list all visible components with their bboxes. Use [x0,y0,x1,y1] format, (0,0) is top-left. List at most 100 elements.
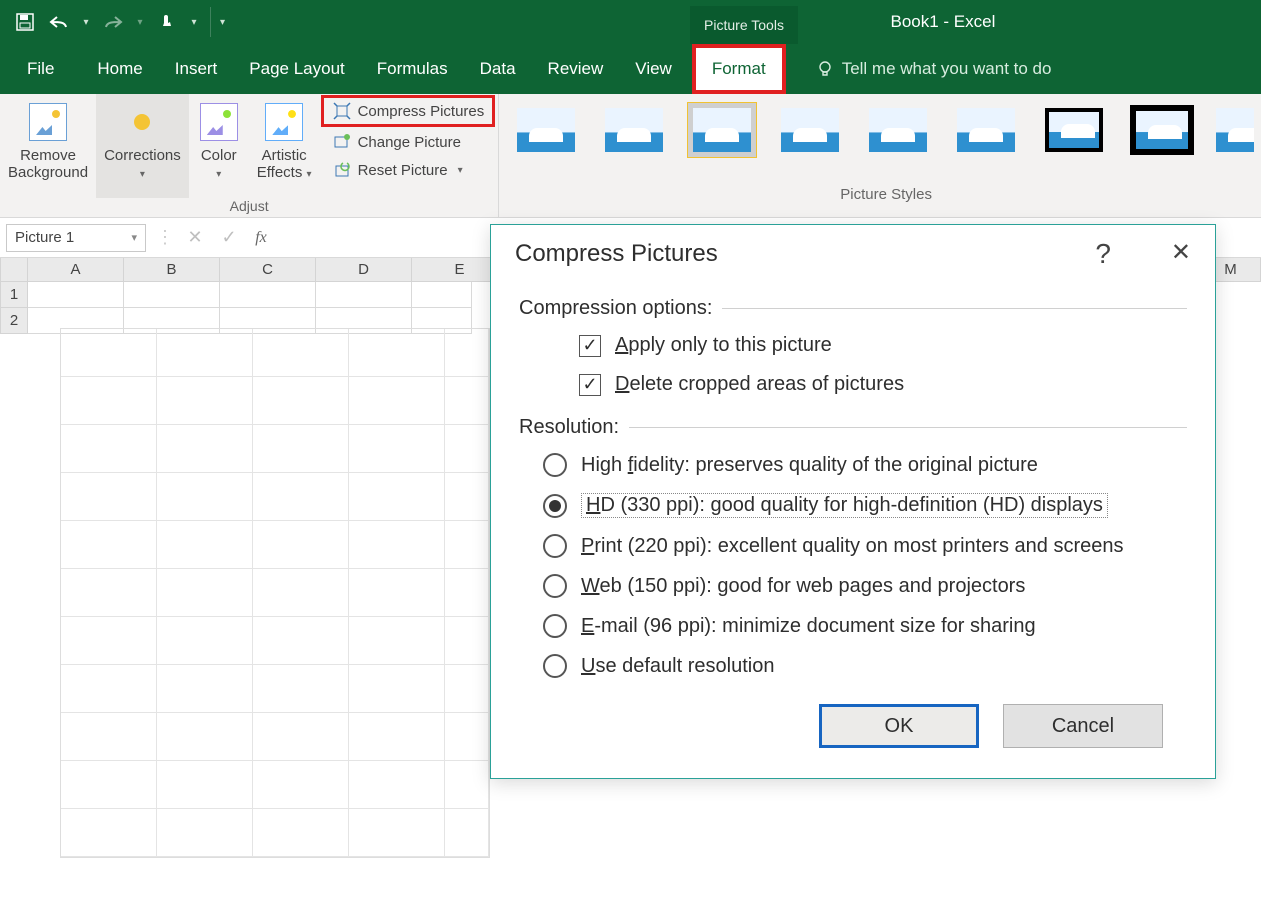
save-icon[interactable] [10,7,40,37]
radio-icon[interactable] [543,453,567,477]
tab-formulas[interactable]: Formulas [361,44,464,94]
tab-format[interactable]: Format [692,44,786,94]
redo-dropdown-icon[interactable]: ▾ [132,7,148,37]
adjust-group-label: Adjust [0,198,498,216]
compress-pictures-button[interactable]: Compress Pictures [324,98,493,124]
cancel-button[interactable]: Cancel [1003,704,1163,748]
remove-background-label: Remove Background [8,148,88,181]
picture-style-5[interactable] [863,102,933,158]
reset-picture-button[interactable]: Reset Picture ▾ [324,157,493,183]
picture-style-9[interactable] [1215,102,1255,158]
tab-insert[interactable]: Insert [159,44,234,94]
reset-picture-label: Reset Picture [358,162,448,179]
radio-icon[interactable] [543,614,567,638]
column-header-C[interactable]: C [220,258,316,282]
chevron-down-icon: ▾ [458,165,463,176]
tab-page-layout[interactable]: Page Layout [233,44,360,94]
checkbox-icon[interactable]: ✓ [579,374,601,396]
tell-me-search[interactable]: Tell me what you want to do [816,59,1052,79]
web-label: Web (150 ppi): good for web pages and pr… [581,575,1025,598]
cell[interactable] [124,282,220,308]
reset-picture-icon [332,160,352,180]
resolution-email[interactable]: E-mail (96 ppi): minimize document size … [519,614,1187,638]
picture-styles-group-label: Picture Styles [511,186,1261,203]
cell[interactable] [412,282,472,308]
column-header-A[interactable]: A [28,258,124,282]
qat-customize-icon[interactable]: ▾ [210,7,234,37]
resolution-print[interactable]: Print (220 ppi): excellent quality on mo… [519,534,1187,558]
row-header-2[interactable]: 2 [0,308,28,334]
checkbox-icon[interactable]: ✓ [579,335,601,357]
radio-icon[interactable] [543,494,567,518]
enter-formula-icon[interactable]: ✓ [212,227,246,248]
artistic-effects-button[interactable]: Artistic Effects ▾ [249,94,320,198]
picture-style-7[interactable] [1039,102,1109,158]
hd-label: HD (330 ppi): good quality for high-defi… [581,493,1108,518]
remove-background-icon [29,103,67,141]
change-picture-icon [332,132,352,152]
tab-file[interactable]: File [0,44,81,94]
column-header-D[interactable]: D [316,258,412,282]
dialog-titlebar: Compress Pictures ? ✕ [491,225,1215,283]
radio-icon[interactable] [543,574,567,598]
select-all-triangle[interactable] [0,258,28,282]
tell-me-placeholder: Tell me what you want to do [842,59,1052,79]
change-picture-button[interactable]: Change Picture [324,129,493,155]
print-label: Print (220 ppi): excellent quality on mo… [581,535,1124,558]
separator: ⋮ [152,227,178,248]
picture-style-4[interactable] [775,102,845,158]
delete-cropped-option[interactable]: ✓ Delete cropped areas of pictures [579,373,1187,396]
undo-icon[interactable] [44,7,74,37]
resolution-high-fidelity[interactable]: High fidelity: preserves quality of the … [519,453,1187,477]
fx-icon[interactable]: fx [246,229,276,247]
chevron-down-icon[interactable]: ▾ [131,231,137,244]
lightbulb-icon [816,60,834,78]
cell[interactable] [28,282,124,308]
column-header-B[interactable]: B [124,258,220,282]
picture-style-8[interactable] [1127,102,1197,158]
resolution-default[interactable]: Use default resolution [519,654,1187,678]
picture-tools-contextual-tab: Picture Tools [690,6,798,44]
touch-dropdown-icon[interactable]: ▾ [186,7,202,37]
corrections-button[interactable]: Corrections ▾ [96,94,189,198]
compress-pictures-label: Compress Pictures [358,103,485,120]
color-icon [200,103,238,141]
cell[interactable] [220,282,316,308]
touch-mode-icon[interactable] [152,7,182,37]
radio-icon[interactable] [543,654,567,678]
embedded-grid-overlay [60,328,490,858]
delete-cropped-label: Delete cropped areas of pictures [615,373,904,396]
close-icon[interactable]: ✕ [1171,238,1191,270]
tab-review[interactable]: Review [532,44,620,94]
picture-style-2[interactable] [599,102,669,158]
corrections-label: Corrections [104,147,181,164]
tab-data[interactable]: Data [464,44,532,94]
ok-button[interactable]: OK [819,704,979,748]
resolution-web[interactable]: Web (150 ppi): good for web pages and pr… [519,574,1187,598]
email-label: E-mail (96 ppi): minimize document size … [581,615,1036,638]
compression-options-heading: Compression options: [519,297,712,320]
picture-style-3[interactable] [687,102,757,158]
apply-only-option[interactable]: ✓ Apply only to this picture [579,334,1187,357]
tab-home[interactable]: Home [81,44,158,94]
help-icon[interactable]: ? [1095,238,1111,270]
change-picture-label: Change Picture [358,134,461,151]
artistic-effects-label: Artistic Effects [257,147,307,181]
row-header-1[interactable]: 1 [0,282,28,308]
undo-dropdown-icon[interactable]: ▾ [78,7,94,37]
dialog-title: Compress Pictures [515,240,718,268]
name-box[interactable]: Picture 1 ▾ [6,224,146,252]
cancel-formula-icon[interactable]: ✕ [178,227,212,248]
cell[interactable] [316,282,412,308]
resolution-hd[interactable]: HD (330 ppi): good quality for high-defi… [519,493,1187,518]
quick-access-toolbar: ▾ ▾ ▾ ▾ Picture Tools Book1 - Excel [0,0,1261,44]
radio-icon[interactable] [543,534,567,558]
color-button[interactable]: Color▾ [189,94,249,198]
compress-pictures-icon [332,101,352,121]
picture-style-1[interactable] [511,102,581,158]
picture-style-6[interactable] [951,102,1021,158]
remove-background-button[interactable]: Remove Background [0,94,96,198]
chevron-down-icon: ▾ [140,169,145,180]
tab-view[interactable]: View [619,44,688,94]
redo-icon[interactable] [98,7,128,37]
